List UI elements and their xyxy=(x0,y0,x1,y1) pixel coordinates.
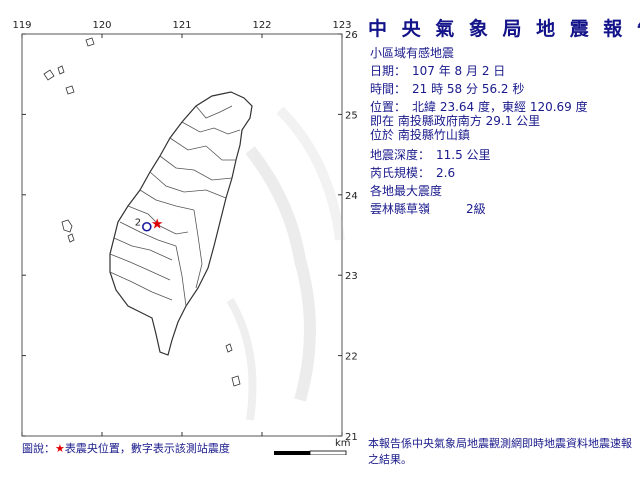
lat-tick-label-26: 26 xyxy=(345,30,358,41)
map-area: 119120121122123262524232221 2 ★ km 0 50 … xyxy=(0,0,360,469)
depth-row: 地震深度： 11.5 公里 xyxy=(370,146,491,163)
depth-label: 地震深度： xyxy=(370,148,431,162)
report-title: 中 央 氣 象 局 地 震 報 告 xyxy=(368,18,640,40)
scale-bar: km 0 50 100 xyxy=(271,438,356,469)
time-value: 21 時 58 分 56.2 秒 xyxy=(412,82,525,96)
scale-unit: km xyxy=(335,438,351,449)
magnitude-row: 芮氏規模： 2.6 xyxy=(370,164,455,181)
depth-value: 11.5 公里 xyxy=(436,148,491,162)
lat-tick-label-25: 25 xyxy=(345,110,358,121)
lat-tick-label-23: 23 xyxy=(345,271,358,282)
date-row: 日期： 107 年 8 月 2 日 xyxy=(370,62,505,79)
report-panel: 中 央 氣 象 局 地 震 報 告 小區域有感地震 日期： 107 年 8 月 2… xyxy=(368,0,640,480)
station-name: 雲林縣草嶺 xyxy=(370,202,431,216)
magnitude-label: 芮氏規模： xyxy=(370,166,431,180)
lat-tick-label-24: 24 xyxy=(345,191,358,202)
lon-tick-label-122: 122 xyxy=(252,20,271,31)
magnitude-value: 2.6 xyxy=(436,166,456,180)
legend-star-icon: ★ xyxy=(55,442,65,455)
lon-tick-label-119: 119 xyxy=(12,20,31,31)
legend-text: 表震央位置，數字表示該測站震度 xyxy=(64,442,230,455)
epicenter-star-icon: ★ xyxy=(151,217,164,233)
intensity-row: 雲林縣草嶺 2級 xyxy=(370,200,486,217)
scale-bar-empty xyxy=(309,450,347,456)
station-intensity-label: 2 xyxy=(135,218,141,229)
legend-prefix: 圖說： xyxy=(22,442,55,455)
map-legend: 圖說：★表震央位置，數字表示該測站震度 xyxy=(22,440,230,456)
lat-tick-label-22: 22 xyxy=(345,352,358,363)
scale-bar-filled xyxy=(274,451,310,455)
intensity-header: 各地最大震度 xyxy=(370,184,443,198)
map-svg: 119120121122123262524232221 2 ★ km 0 50 … xyxy=(12,20,358,469)
station-intensity: 2級 xyxy=(466,202,486,216)
lon-tick-label-121: 121 xyxy=(172,20,191,31)
lon-tick-label-120: 120 xyxy=(92,20,111,31)
footer-note: 本報告係中央氣象局地震觀測網即時地震資料地震速報之結果。 xyxy=(368,437,632,466)
time-row: 時間： 21 時 58 分 56.2 秒 xyxy=(370,80,524,97)
station-marker xyxy=(142,221,152,232)
report-type: 小區域有感地震 xyxy=(370,46,455,60)
date-label: 日期： xyxy=(370,64,407,78)
time-label: 時間： xyxy=(370,82,407,96)
date-value: 107 年 8 月 2 日 xyxy=(412,64,506,78)
position-line3: 位於 南投縣竹山鎮 xyxy=(370,128,470,142)
